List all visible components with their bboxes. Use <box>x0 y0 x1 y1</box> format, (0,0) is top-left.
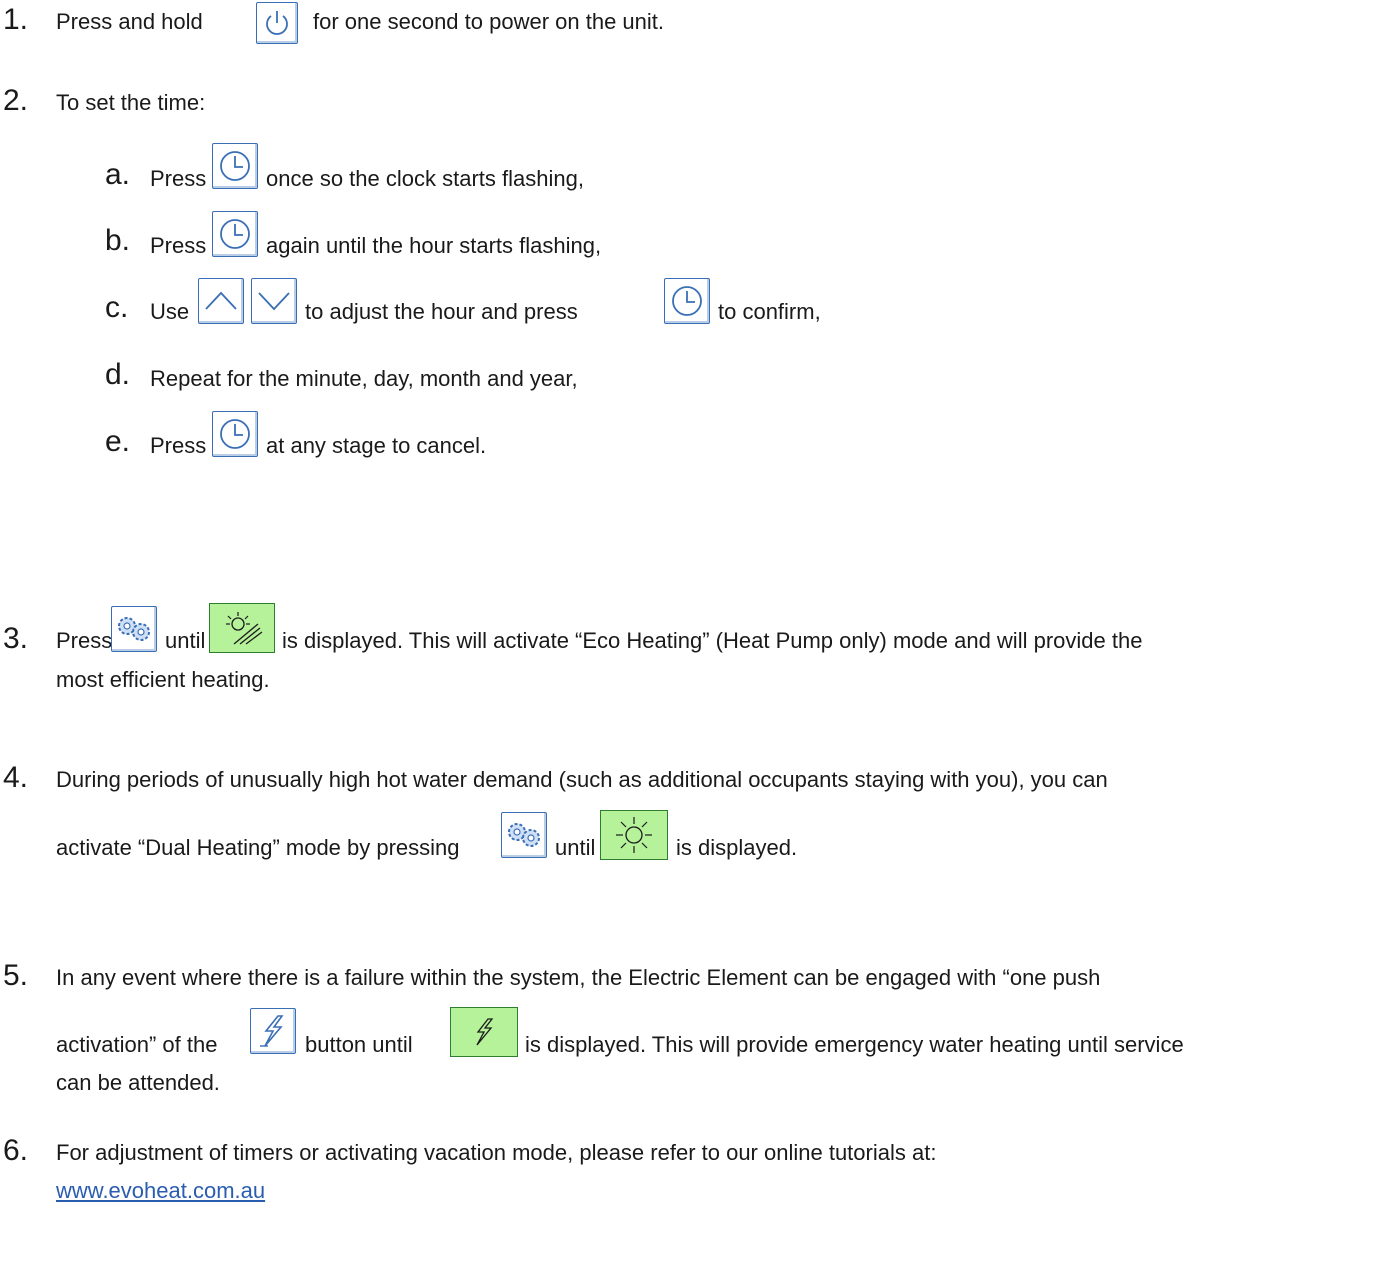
step-5-text-middle: button until <box>305 1032 413 1057</box>
gears-icon <box>501 812 547 858</box>
step-1-text-start: Press and hold <box>56 9 203 34</box>
substep-c-text-start: Use <box>150 299 190 324</box>
substep-e-text-start: Press <box>150 433 207 458</box>
eco-heating-icon <box>209 603 275 653</box>
step-5-text-end: is displayed. This will provide emergenc… <box>525 1032 1184 1057</box>
clock-icon <box>212 211 258 257</box>
dual-heating-icon <box>600 810 668 860</box>
step-4-text-end: is displayed. <box>676 835 798 860</box>
substep-e-letter: e. <box>105 425 131 458</box>
substep-c-letter: c. <box>105 291 129 324</box>
step-3-text-end: is displayed. This will activate “Eco He… <box>282 628 1143 653</box>
substep-a-text-start: Press <box>150 166 207 191</box>
step-4-number: 4. <box>3 761 29 794</box>
step-6-text: For adjustment of timers or activating v… <box>56 1140 937 1165</box>
substep-b-text-end: again until the hour starts flashing, <box>266 233 602 258</box>
substep-e-text-end: at any stage to cancel. <box>266 433 487 458</box>
step-4-text-start: activate “Dual Heating” mode by pressing <box>56 835 460 860</box>
step-4-text-line1: During periods of unusually high hot wat… <box>56 767 1108 792</box>
chevron-up-icon <box>198 278 244 324</box>
clock-icon <box>212 411 258 457</box>
clock-icon <box>212 143 258 189</box>
step-5-text-line1: In any event where there is a failure wi… <box>56 965 1101 990</box>
substep-a-text-end: once so the clock starts flashing, <box>266 166 584 191</box>
substep-d-text: Repeat for the minute, day, month and ye… <box>150 366 578 391</box>
substep-b-letter: b. <box>105 224 131 257</box>
power-icon <box>256 2 298 44</box>
step-2-text: To set the time: <box>56 90 206 115</box>
step-5-text-start: activation” of the <box>56 1032 218 1057</box>
electric-display-icon <box>450 1007 518 1057</box>
step-3-text-start: Press <box>56 628 113 653</box>
clock-icon <box>664 278 710 324</box>
gears-icon <box>111 606 157 652</box>
step-3-text-middle: until <box>165 628 206 653</box>
step-5-number: 5. <box>3 959 29 992</box>
evoheat-website-link[interactable]: www.evoheat.com.au <box>56 1178 265 1204</box>
step-4-text-middle: until <box>555 835 596 860</box>
step-3-text-line2: most efficient heating. <box>56 667 270 692</box>
step-6-number: 6. <box>3 1134 29 1167</box>
step-1-text-end: for one second to power on the unit. <box>313 9 665 34</box>
chevron-down-icon <box>251 278 297 324</box>
substep-c-text-end: to confirm, <box>718 299 821 324</box>
step-5-text-line3: can be attended. <box>56 1070 220 1095</box>
step-2-number: 2. <box>3 84 29 117</box>
substep-b-text-start: Press <box>150 233 207 258</box>
step-3-number: 3. <box>3 622 29 655</box>
substep-c-text-middle: to adjust the hour and press <box>305 299 578 324</box>
substep-d-letter: d. <box>105 358 131 391</box>
electric-element-icon <box>250 1008 296 1054</box>
step-1-number: 1. <box>3 3 29 36</box>
substep-a-letter: a. <box>105 158 131 191</box>
